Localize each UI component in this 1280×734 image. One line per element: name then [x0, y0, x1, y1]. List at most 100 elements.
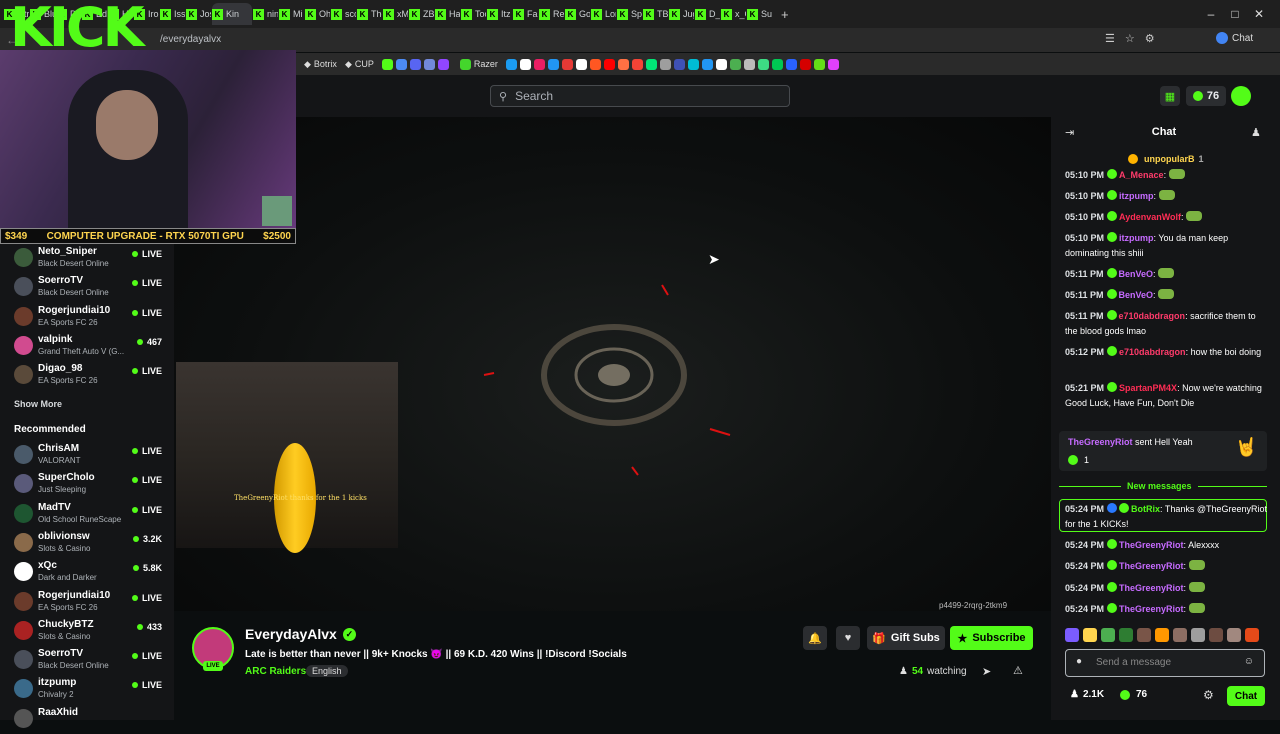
- emote-icon[interactable]: [1119, 628, 1133, 642]
- twitch-bookmark-icon[interactable]: [437, 58, 449, 70]
- message-user[interactable]: e710dabdragon: [1119, 347, 1186, 357]
- pinned-user[interactable]: unpopularB: [1144, 154, 1195, 164]
- bookmark-icon[interactable]: [715, 58, 727, 70]
- emote-icon[interactable]: [1191, 628, 1205, 642]
- browser-tab[interactable]: K Ha: [435, 3, 460, 25]
- bookmark-icon[interactable]: [659, 58, 671, 70]
- browser-tab[interactable]: KToc: [461, 3, 486, 25]
- sidebar-channel[interactable]: ChuckyBTZ Slots & Casino 433: [0, 617, 174, 646]
- emote-icon[interactable]: [1209, 628, 1223, 642]
- browser-tab[interactable]: K Go: [565, 3, 590, 25]
- browser-tab[interactable]: KSul: [747, 3, 772, 25]
- sidebar-channel[interactable]: ChrisAM VALORANT LIVE: [0, 441, 174, 470]
- bookmark-icon[interactable]: [687, 58, 699, 70]
- message-user[interactable]: A_Menace: [1119, 170, 1164, 180]
- emote-icon[interactable]: [1245, 628, 1259, 642]
- url-field[interactable]: /everydayalvx: [160, 34, 221, 45]
- browser-tab[interactable]: K D_: [695, 3, 720, 25]
- discord-bookmark-icon[interactable]: [409, 58, 421, 70]
- message-user[interactable]: TheGreenyRiot: [1119, 540, 1184, 550]
- streamer-name[interactable]: EverydayAlvx: [245, 626, 337, 642]
- search-input[interactable]: ⚲ Search: [490, 85, 790, 107]
- youtube-bookmark-icon[interactable]: [603, 58, 615, 70]
- message-user[interactable]: TheGreenyRiot: [1119, 561, 1184, 571]
- maps-bookmark-icon[interactable]: [729, 58, 741, 70]
- kicks-balance-button[interactable]: 76: [1186, 86, 1226, 106]
- browser-tab[interactable]: KJug: [669, 3, 694, 25]
- emote-icon[interactable]: [1155, 628, 1169, 642]
- browser-tab[interactable]: K Re: [539, 3, 564, 25]
- sidebar-channel[interactable]: MadTV Old School RuneScape LIVE: [0, 500, 174, 529]
- send-chat-button[interactable]: Chat: [1227, 686, 1265, 706]
- sidebar-channel[interactable]: Rogerjundiai10 EA Sports FC 26 LIVE: [0, 303, 174, 332]
- emote-icon[interactable]: [1173, 628, 1187, 642]
- sidebar-channel[interactable]: valpink Grand Theft Auto V (G... 467: [0, 332, 174, 361]
- browser-tab[interactable]: KJos: [186, 3, 211, 25]
- steam-bookmark-icon[interactable]: [505, 58, 517, 70]
- share-icon[interactable]: ➤: [982, 665, 991, 678]
- chat-kicks[interactable]: 76: [1120, 689, 1147, 700]
- bookmark-star-icon[interactable]: ☆: [1125, 32, 1135, 45]
- emote-icon[interactable]: [1227, 628, 1241, 642]
- browser-tab[interactable]: K Iss: [160, 3, 185, 25]
- sidebar-channel[interactable]: RaaXhid: [0, 705, 174, 734]
- browser-tab[interactable]: KxM: [383, 3, 408, 25]
- message-user[interactable]: BotRix: [1131, 504, 1160, 514]
- chat-users-icon[interactable]: ♟: [1251, 126, 1261, 139]
- bookmark-botrix[interactable]: ◆ Botrix: [304, 59, 337, 70]
- language-tag[interactable]: English: [306, 665, 348, 677]
- subscribe-button[interactable]: ★ Subscribe: [950, 626, 1033, 650]
- new-messages-label[interactable]: New messages: [1121, 481, 1198, 491]
- browser-tab[interactable]: KFal: [513, 3, 538, 25]
- follow-heart-icon[interactable]: ♥: [836, 626, 860, 650]
- bookmark-razer[interactable]: Razer: [459, 58, 498, 70]
- message-user[interactable]: e710dabdragon: [1119, 311, 1186, 321]
- chrome-bookmark-icon[interactable]: [575, 58, 587, 70]
- bookmark-icon[interactable]: [743, 58, 755, 70]
- browser-tab[interactable]: K Oh: [305, 3, 330, 25]
- new-tab-button[interactable]: +: [781, 7, 789, 22]
- browser-tab[interactable]: Knin: [253, 3, 278, 25]
- emote-menu-icon[interactable]: ☺: [1244, 656, 1254, 667]
- bookmark-icon[interactable]: [757, 58, 769, 70]
- bookmark-icon[interactable]: [673, 58, 685, 70]
- message-user[interactable]: TheGreenyRiot: [1119, 604, 1184, 614]
- browser-tab[interactable]: KSpi: [617, 3, 642, 25]
- emote-icon[interactable]: [1083, 628, 1097, 642]
- message-user[interactable]: TheGreenyRiot: [1119, 583, 1184, 593]
- sidebar-channel[interactable]: SoerroTV Black Desert Online LIVE: [0, 646, 174, 675]
- bookmark-icon[interactable]: [589, 58, 601, 70]
- sidebar-channel[interactable]: Neto_Sniper Black Desert Online LIVE: [0, 244, 174, 273]
- browser-tab[interactable]: K Mi: [279, 3, 304, 25]
- message-user[interactable]: BenVeO: [1119, 269, 1154, 279]
- browser-tab[interactable]: K ZB: [409, 3, 434, 25]
- emote-icon[interactable]: [1137, 628, 1151, 642]
- bookmark-icon[interactable]: [395, 58, 407, 70]
- browser-tab[interactable]: K TB: [643, 3, 668, 25]
- browser-chat-button[interactable]: Chat: [1216, 32, 1253, 44]
- dashboard-icon[interactable]: ▦: [1160, 86, 1180, 106]
- notification-bell-icon[interactable]: 🔔: [803, 626, 827, 650]
- reading-list-icon[interactable]: ☰: [1105, 32, 1115, 45]
- close-window-button[interactable]: ✕: [1236, 0, 1280, 28]
- sidebar-channel[interactable]: Digao_98 EA Sports FC 26 LIVE: [0, 361, 174, 390]
- bookmark-icon[interactable]: [799, 58, 811, 70]
- user-avatar[interactable]: [1231, 86, 1251, 106]
- bookmark-icon[interactable]: [547, 58, 559, 70]
- bookmark-icon[interactable]: [423, 58, 435, 70]
- chat-input[interactable]: ● Send a message ☺: [1065, 649, 1265, 677]
- kick-bookmark-icon[interactable]: [381, 58, 393, 70]
- bookmark-icon[interactable]: [561, 58, 573, 70]
- sidebar-channel[interactable]: oblivionsw Slots & Casino 3.2K: [0, 529, 174, 558]
- sidebar-channel[interactable]: itzpump Chivalry 2 LIVE: [0, 675, 174, 704]
- sidebar-channel[interactable]: SuperCholo Just Sleeping LIVE: [0, 470, 174, 499]
- message-user[interactable]: itzpump: [1119, 233, 1154, 243]
- emoji-picker-icon[interactable]: ●: [1076, 656, 1082, 667]
- bookmark-icon[interactable]: [701, 58, 713, 70]
- browser-tab[interactable]: KThe: [357, 3, 382, 25]
- extensions-icon[interactable]: ⚙: [1145, 32, 1155, 45]
- bookmark-icon[interactable]: [827, 58, 839, 70]
- collapse-chat-icon[interactable]: ⇥: [1065, 126, 1074, 139]
- report-icon[interactable]: ⚠: [1013, 664, 1023, 677]
- emote-icon[interactable]: [1101, 628, 1115, 642]
